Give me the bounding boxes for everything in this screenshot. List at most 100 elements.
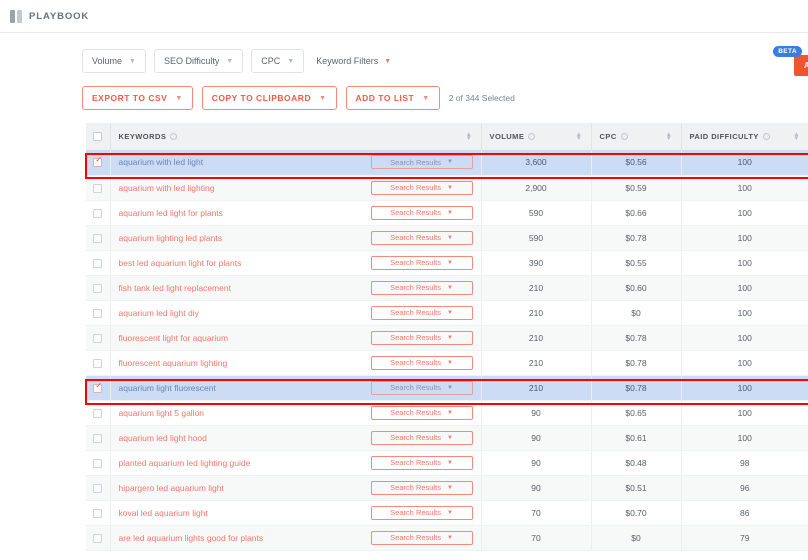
- filter-seo-difficulty[interactable]: SEO Difficulty ▼: [153, 49, 244, 73]
- search-results-button[interactable]: Search Results ▼: [370, 205, 473, 220]
- chevron-down-icon: ▼: [446, 534, 453, 541]
- keyword-cell[interactable]: aquarium light fluorescent Search Results…: [110, 375, 482, 401]
- keyword-cell[interactable]: aquarium lighting led plants Search Resul…: [110, 225, 482, 251]
- select-all-checkbox[interactable]: [93, 132, 103, 142]
- table-row[interactable]: aquarium led light for plants Search Resu…: [86, 200, 808, 226]
- table-row[interactable]: aquarium light 5 gallon Search Results ▼ 90…: [86, 400, 808, 426]
- row-checkbox[interactable]: [93, 208, 103, 218]
- filter-keyword-filters[interactable]: Keyword Filters ▼: [312, 50, 395, 72]
- sort-arrows-icon[interactable]: ▲ ▼: [793, 132, 800, 141]
- table-row[interactable]: fish tank led light replacement Search Re…: [86, 275, 808, 301]
- app-header: PLAYBOOK: [0, 0, 808, 33]
- row-checkbox-cell: [86, 350, 111, 376]
- sort-arrows-icon[interactable]: ▲ ▼: [466, 132, 473, 141]
- table-row[interactable]: fluorescent aquarium lighting Search Resu…: [86, 350, 808, 376]
- main-content: Volume ▼ SEO Difficulty ▼ CPC ▼ Keyword …: [0, 33, 808, 551]
- search-results-button[interactable]: Search Results ▼: [370, 480, 473, 495]
- chevron-down-icon: ▼: [446, 334, 453, 341]
- column-header-paid-difficulty[interactable]: PAID DIFFICULTY ▲ ▼: [681, 123, 808, 150]
- keyword-cell[interactable]: are led aquarium lights good for plants S…: [110, 525, 482, 551]
- search-results-button[interactable]: Search Results ▼: [370, 455, 473, 470]
- info-icon[interactable]: [762, 133, 770, 140]
- search-results-button[interactable]: Search Results ▼: [370, 230, 473, 245]
- keyword-cell[interactable]: koval led aquarium light Search Results ▼: [110, 500, 482, 526]
- search-results-wrapper: Search Results ▼: [370, 305, 473, 320]
- keyword-cell[interactable]: aquarium with led lighting Search Results…: [110, 175, 482, 201]
- row-checkbox[interactable]: [93, 483, 103, 493]
- search-results-label: Search Results: [390, 508, 441, 517]
- cpc-cell: $0: [591, 525, 682, 551]
- column-header-keywords[interactable]: KEYWORDS ▲ ▼: [110, 123, 482, 150]
- table-row[interactable]: aquarium led light diy Search Results ▼ 210…: [86, 300, 808, 326]
- cpc-cell: $0.55: [591, 250, 682, 276]
- beta-action-button[interactable]: A: [793, 55, 808, 76]
- keyword-cell[interactable]: fluorescent aquarium lighting Search Resu…: [110, 350, 482, 376]
- row-checkbox[interactable]: [93, 533, 103, 543]
- search-results-button[interactable]: Search Results ▼: [370, 430, 473, 445]
- chevron-down-icon: ▼: [446, 184, 453, 191]
- table-row[interactable]: aquarium with led lightSearch Results▼3,…: [86, 150, 808, 176]
- row-checkbox[interactable]: [93, 283, 103, 293]
- column-header-volume[interactable]: VOLUME ▲ ▼: [481, 123, 592, 150]
- search-results-label: Search Results: [390, 458, 441, 467]
- search-results-button[interactable]: Search Results ▼: [370, 155, 473, 170]
- table-row[interactable]: aquarium led light hood Search Results ▼ 90…: [86, 425, 808, 451]
- table-row[interactable]: best led aquarium light for plants Search…: [86, 250, 808, 276]
- row-checkbox[interactable]: [93, 358, 103, 368]
- keyword-cell[interactable]: fluorescent light for aquarium Search Res…: [110, 325, 482, 351]
- info-icon[interactable]: [620, 133, 628, 140]
- row-checkbox[interactable]: [93, 308, 103, 318]
- row-checkbox[interactable]: [93, 333, 103, 343]
- search-results-button[interactable]: Search Results ▼: [370, 330, 473, 345]
- table-row[interactable]: aquarium with led lighting Search Results…: [86, 175, 808, 201]
- table-row[interactable]: are led aquarium lights good for plants S…: [86, 525, 808, 551]
- search-results-button[interactable]: Search Results ▼: [370, 355, 473, 370]
- search-results-button[interactable]: Search Results ▼: [370, 305, 473, 320]
- table-row[interactable]: aquarium lighting led plants Search Resul…: [86, 225, 808, 251]
- table-row[interactable]: koval led aquarium light Search Results ▼ 7…: [86, 500, 808, 526]
- row-checkbox[interactable]: [93, 233, 103, 243]
- keyword-cell[interactable]: planted aquarium led lighting guide Searc…: [110, 450, 482, 476]
- chevron-down-icon: ▼: [446, 159, 453, 166]
- add-to-list-button[interactable]: ADD TO LIST ▼: [345, 86, 440, 110]
- search-results-button[interactable]: Search Results ▼: [370, 380, 473, 395]
- row-checkbox[interactable]: [93, 408, 103, 418]
- keyword-cell[interactable]: best led aquarium light for plants Search…: [110, 250, 482, 276]
- keyword-cell[interactable]: aquarium led light diy Search Results ▼: [110, 300, 482, 326]
- row-checkbox[interactable]: [93, 433, 103, 443]
- keyword-cell[interactable]: hipargero led aquarium light Search Resul…: [110, 475, 482, 501]
- paid-difficulty-cell: 100: [681, 350, 808, 376]
- export-to-csv-button[interactable]: EXPORT TO CSV ▼: [82, 86, 193, 110]
- sort-arrows-icon[interactable]: ▲ ▼: [576, 132, 583, 141]
- row-checkbox[interactable]: [93, 183, 103, 193]
- column-header-cpc[interactable]: CPC ▲ ▼: [591, 123, 682, 150]
- chevron-down-icon: ▼: [384, 57, 392, 65]
- search-results-label: Search Results: [390, 358, 441, 367]
- table-row[interactable]: planted aquarium led lighting guide Searc…: [86, 450, 808, 476]
- keyword-cell[interactable]: aquarium led light for plants Search Resu…: [110, 200, 482, 226]
- search-results-button[interactable]: Search Results ▼: [370, 280, 473, 295]
- keyword-cell[interactable]: fish tank led light replacement Search Re…: [110, 275, 482, 301]
- row-checkbox[interactable]: [93, 258, 103, 268]
- filter-cpc[interactable]: CPC ▼: [251, 49, 305, 73]
- search-results-button[interactable]: Search Results ▼: [370, 255, 473, 270]
- info-icon[interactable]: [170, 133, 178, 140]
- table-row[interactable]: aquarium light fluorescentSearch Results…: [86, 375, 808, 401]
- info-icon[interactable]: [528, 133, 536, 140]
- keyword-cell[interactable]: aquarium with led light Search Results ▼: [110, 150, 482, 176]
- row-checkbox[interactable]: [93, 382, 103, 393]
- search-results-button[interactable]: Search Results ▼: [370, 505, 473, 520]
- search-results-button[interactable]: Search Results ▼: [370, 405, 473, 420]
- table-row[interactable]: hipargero led aquarium light Search Resul…: [86, 475, 808, 501]
- row-checkbox[interactable]: [93, 156, 103, 168]
- search-results-button[interactable]: Search Results ▼: [370, 180, 473, 195]
- table-row[interactable]: fluorescent light for aquarium Search Res…: [86, 325, 808, 351]
- keyword-cell[interactable]: aquarium led light hood Search Results ▼: [110, 425, 482, 451]
- row-checkbox[interactable]: [93, 458, 103, 468]
- copy-to-clipboard-button[interactable]: COPY TO CLIPBOARD ▼: [201, 86, 337, 110]
- search-results-button[interactable]: Search Results ▼: [370, 530, 473, 545]
- row-checkbox[interactable]: [93, 508, 103, 518]
- keyword-cell[interactable]: aquarium light 5 gallon Search Results ▼: [110, 400, 482, 426]
- sort-arrows-icon[interactable]: ▲ ▼: [666, 132, 673, 141]
- filter-volume[interactable]: Volume ▼: [82, 49, 146, 73]
